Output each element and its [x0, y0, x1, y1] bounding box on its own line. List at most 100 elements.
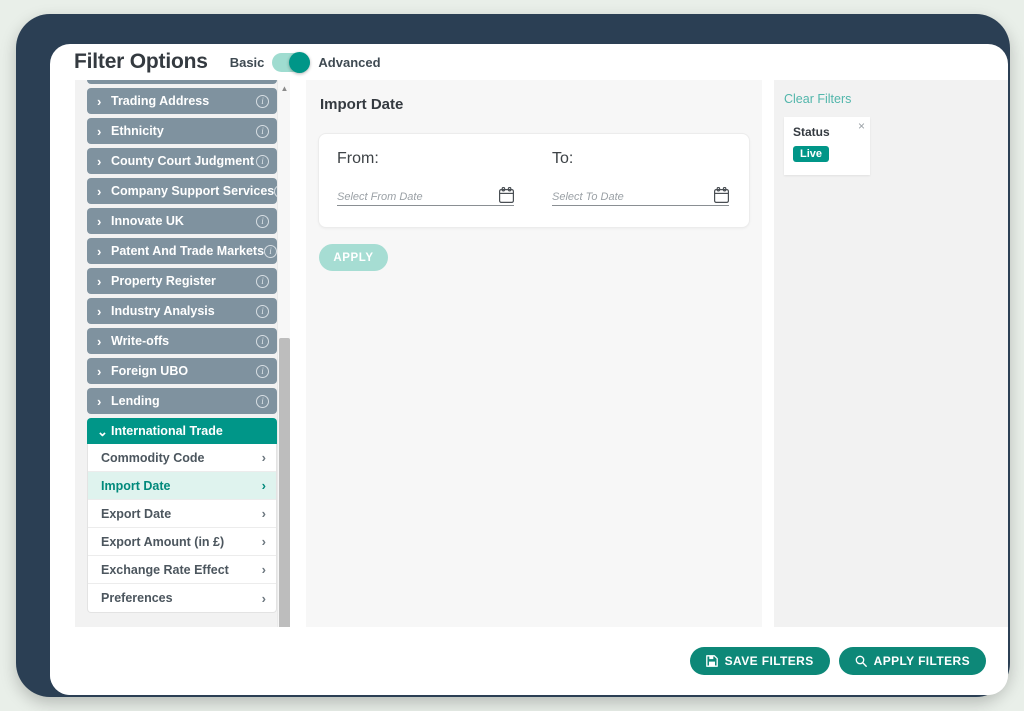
chevron-right-icon: › — [97, 93, 102, 109]
from-date-placeholder: Select From Date — [337, 191, 423, 203]
chevron-right-icon: › — [97, 273, 102, 289]
info-icon[interactable]: i — [256, 364, 269, 378]
applied-filter-chip-status: Status × Live — [784, 117, 870, 175]
sidebar-item-label: International Trade — [111, 424, 223, 438]
info-icon[interactable]: i — [264, 244, 277, 258]
chevron-right-icon: › — [261, 590, 266, 606]
sidebar-subitem-label: Export Date — [101, 506, 172, 521]
info-icon[interactable]: i — [256, 124, 269, 138]
sidebar-item-label: Industry Analysis — [111, 304, 215, 318]
from-date-group: From: Select From Date — [319, 134, 534, 227]
close-icon[interactable]: × — [858, 120, 865, 132]
applied-filters-panel: Clear Filters Status × Live — [774, 80, 1008, 662]
sidebar-subitem-label: Import Date — [101, 478, 171, 493]
sidebar-item-international-trade[interactable]: ⌄ International Trade — [87, 418, 277, 444]
info-icon[interactable]: i — [256, 304, 269, 318]
chevron-right-icon: › — [261, 478, 266, 493]
save-filters-label: SAVE FILTERS — [724, 654, 814, 668]
from-date-input[interactable]: Select From Date — [337, 182, 514, 206]
sidebar-subitem-exchange-rate-effect[interactable]: Exchange Rate Effect › — [88, 556, 276, 584]
basic-advanced-switch[interactable] — [272, 51, 311, 73]
window-footer: SAVE FILTERS APPLY FILTERS — [50, 627, 1008, 695]
apply-filters-label: APPLY FILTERS — [873, 654, 970, 668]
sidebar-item-company-support-services[interactable]: › Company Support Services i — [87, 178, 277, 204]
sidebar-item-label: Trading Address — [111, 94, 210, 108]
to-date-placeholder: Select To Date — [552, 191, 624, 203]
page-title: Filter Options — [74, 50, 208, 73]
switch-knob — [289, 51, 311, 73]
info-icon[interactable]: i — [256, 214, 269, 228]
sidebar-subitem-export-amount[interactable]: Export Amount (in £) › — [88, 528, 276, 556]
sidebar-item-foreign-ubo[interactable]: › Foreign UBO i — [87, 358, 277, 384]
sidebar-subitem-export-date[interactable]: Export Date › — [88, 500, 276, 528]
clear-filters-link[interactable]: Clear Filters — [784, 92, 851, 106]
window-header: Filter Options Basic Advanced — [50, 44, 1008, 80]
sidebar-item-label: Patent And Trade Markets — [111, 244, 265, 258]
apply-date-button[interactable]: APPLY — [319, 244, 388, 271]
sidebar-item-trading-address[interactable]: › Trading Address i — [87, 88, 277, 114]
sidebar-subitem-label: Preferences — [101, 591, 173, 605]
date-range-card: From: Select From Date To: Select To Dat… — [318, 133, 750, 228]
sidebar-item-label: Company Support Services — [111, 184, 275, 198]
sidebar-subitem-import-date[interactable]: Import Date › — [88, 472, 276, 500]
sidebar-list: › › Trading Address i › Ethnicity i — [75, 80, 277, 613]
sidebar-item-label: Innovate UK — [111, 214, 184, 228]
device-bezel: Filter Options Basic Advanced › Trading … — [16, 14, 1010, 697]
sidebar-item-label: Ethnicity — [111, 124, 164, 138]
chevron-right-icon: › — [97, 243, 102, 259]
save-filters-button[interactable]: SAVE FILTERS — [689, 647, 830, 675]
scrollbar-thumb[interactable] — [279, 338, 290, 645]
sidebar-subitem-commodity-code[interactable]: Commodity Code › — [88, 444, 276, 472]
sidebar-subitem-preferences[interactable]: Preferences › — [88, 584, 276, 612]
info-icon[interactable]: i — [256, 394, 269, 408]
mode-toggle-group[interactable]: Basic Advanced — [230, 51, 381, 73]
sidebar-item-ethnicity[interactable]: › Ethnicity i — [87, 118, 277, 144]
sidebar-sublist-international-trade: Commodity Code › Import Date › Export Da… — [87, 444, 277, 613]
sidebar-item-label: County Court Judgment — [111, 154, 255, 168]
chevron-right-icon: › — [97, 393, 102, 409]
chevron-right-icon: › — [261, 506, 266, 521]
to-date-input[interactable]: Select To Date — [552, 182, 729, 206]
sidebar-item-write-offs[interactable]: › Write-offs i — [87, 328, 277, 354]
calendar-icon[interactable] — [499, 187, 514, 203]
sidebar-item-label: Lending — [111, 394, 160, 408]
app-window: Filter Options Basic Advanced › Trading … — [50, 44, 1008, 695]
sidebar-item-partial-top[interactable]: › — [87, 80, 277, 84]
sidebar-item-label: Write-offs — [111, 334, 170, 348]
panel-title: Import Date — [320, 96, 404, 113]
sidebar-item-property-register[interactable]: › Property Register i — [87, 268, 277, 294]
sidebar-item-label: Property Register — [111, 274, 216, 288]
apply-filters-button[interactable]: APPLY FILTERS — [838, 647, 986, 675]
sidebar-item-county-court-judgment[interactable]: › County Court Judgment i — [87, 148, 277, 174]
info-icon[interactable]: i — [256, 154, 269, 168]
chevron-right-icon: › — [97, 333, 102, 349]
content-area: › › Trading Address i › Ethnicity i — [50, 80, 1008, 663]
from-date-label: From: — [337, 150, 379, 167]
info-icon[interactable]: i — [256, 94, 269, 108]
info-icon[interactable]: i — [256, 274, 269, 288]
scroll-up-arrow-icon[interactable]: ▲ — [278, 82, 291, 95]
to-date-group: To: Select To Date — [534, 134, 749, 227]
calendar-icon[interactable] — [714, 187, 729, 203]
chevron-right-icon: › — [97, 303, 102, 319]
sidebar-item-lending[interactable]: › Lending i — [87, 388, 277, 414]
sidebar-item-patent-and-trade-markets[interactable]: › Patent And Trade Markets i — [87, 238, 277, 264]
save-icon — [705, 655, 718, 667]
sidebar-subitem-label: Export Amount (in £) — [101, 534, 225, 549]
sidebar-item-industry-analysis[interactable]: › Industry Analysis i — [87, 298, 277, 324]
sidebar-scrollbar[interactable]: ▲ ▼ — [277, 80, 290, 662]
chevron-right-icon: › — [261, 450, 266, 465]
chip-value-badge: Live — [793, 146, 830, 162]
sidebar-subitem-label: Exchange Rate Effect — [101, 562, 229, 577]
chevron-right-icon: › — [97, 153, 102, 169]
sidebar-scroll-viewport: › › Trading Address i › Ethnicity i — [75, 80, 277, 662]
sidebar-item-innovate-uk[interactable]: › Innovate UK i — [87, 208, 277, 234]
chevron-right-icon: › — [261, 562, 266, 577]
sidebar-item-label: Foreign UBO — [111, 364, 189, 378]
sidebar-subitem-label: Commodity Code — [101, 450, 205, 465]
toggle-label-advanced: Advanced — [318, 54, 381, 70]
chip-title: Status — [793, 125, 830, 139]
info-icon[interactable]: i — [256, 334, 269, 348]
chevron-down-icon: ⌄ — [97, 423, 108, 439]
chevron-right-icon: › — [97, 213, 102, 229]
